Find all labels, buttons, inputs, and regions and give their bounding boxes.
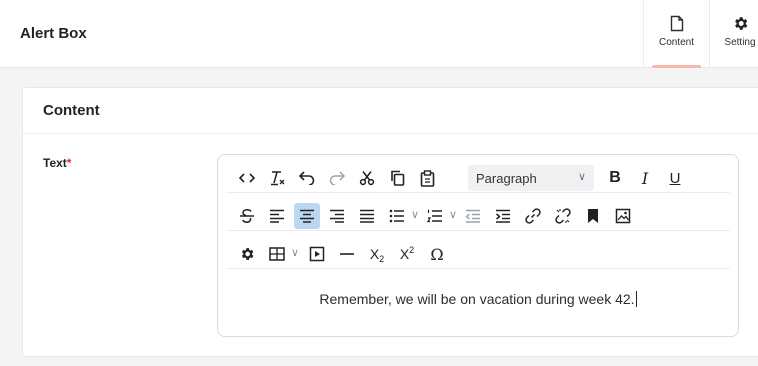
top-bar: Alert Box Content Setting [0, 0, 758, 68]
content-card: Content Text* Paragraph ∨ B I U ∨ ∨ ∨ X … [22, 87, 758, 357]
scissors-icon [359, 171, 375, 186]
superscript-base: X [399, 246, 410, 262]
chevron-down-icon: ∨ [577, 171, 586, 183]
link-button[interactable] [520, 203, 546, 229]
superscript-button[interactable]: X2 [394, 241, 420, 267]
clear-formatting-button[interactable] [264, 165, 290, 191]
bullet-list-chevron-icon[interactable]: ∨ [411, 208, 419, 221]
settings-button[interactable] [234, 241, 260, 267]
strikethrough-button[interactable] [234, 203, 260, 229]
editor-content[interactable]: Remember, we will be on vacation during … [218, 291, 738, 307]
text-field-label-text: Text [43, 156, 67, 170]
align-left-icon [270, 209, 284, 223]
special-character-button[interactable]: Ω [424, 241, 450, 267]
align-center-icon [300, 209, 314, 223]
tab-content-label: Content [658, 37, 695, 48]
image-button[interactable] [610, 203, 636, 229]
underline-button[interactable]: U [662, 165, 688, 191]
outdent-icon [465, 209, 480, 223]
unlink-icon [555, 208, 571, 224]
bold-button[interactable]: B [602, 165, 628, 191]
clear-formatting-icon [271, 171, 285, 186]
undo-icon [299, 171, 315, 185]
source-code-button[interactable] [234, 165, 260, 191]
undo-button[interactable] [294, 165, 320, 191]
paste-button[interactable] [414, 165, 440, 191]
toolbar-row-3: ∨ X2 X2 Ω [226, 239, 730, 269]
rich-text-editor[interactable]: Paragraph ∨ B I U ∨ ∨ ∨ X 2 X 2 Ω Rememb… [217, 154, 739, 337]
italic-button[interactable]: I [632, 165, 658, 191]
card-title: Content [23, 88, 758, 134]
superscript-mark: 2 [409, 245, 415, 255]
indent-icon [496, 209, 510, 223]
tab-settings-label: Setting [724, 37, 756, 48]
gear-icon [241, 248, 254, 260]
toolbar-row-1: Paragraph ∨ B I U [226, 163, 730, 193]
outdent-button[interactable] [460, 203, 486, 229]
indent-button[interactable] [490, 203, 516, 229]
subscript-mark: 2 [379, 253, 385, 264]
numbered-list-button[interactable] [422, 203, 448, 229]
bookmark-icon [588, 209, 598, 223]
copy-button[interactable] [384, 165, 410, 191]
media-button[interactable] [304, 241, 330, 267]
gear-icon [734, 17, 747, 30]
copy-icon [390, 170, 404, 186]
active-tab-indicator [652, 65, 701, 68]
bullet-list-icon [389, 209, 404, 223]
justify-icon [360, 209, 374, 223]
document-icon [670, 15, 683, 32]
horizontal-rule-icon [340, 253, 354, 255]
cut-button[interactable] [354, 165, 380, 191]
align-right-button[interactable] [324, 203, 350, 229]
redo-button[interactable] [324, 165, 350, 191]
block-format-select[interactable]: Paragraph ∨ [468, 165, 594, 191]
align-center-button[interactable] [294, 203, 320, 229]
play-icon [309, 246, 325, 262]
redo-icon [329, 171, 345, 185]
code-icon [239, 173, 255, 183]
page-title: Alert Box [20, 25, 87, 42]
editor-text: Remember, we will be on vacation during … [319, 291, 635, 307]
numbered-list-chevron-icon[interactable]: ∨ [449, 208, 457, 221]
block-format-value: Paragraph [476, 171, 537, 186]
strikethrough-icon [240, 209, 254, 223]
justify-button[interactable] [354, 203, 380, 229]
toolbar-row-2: ∨ ∨ [226, 201, 730, 231]
table-button[interactable] [264, 241, 290, 267]
align-left-button[interactable] [264, 203, 290, 229]
paste-icon [420, 169, 434, 187]
tab-settings[interactable]: Setting [710, 0, 758, 68]
table-chevron-icon[interactable]: ∨ [291, 246, 299, 259]
link-icon [525, 208, 541, 224]
numbered-list-icon [427, 209, 442, 223]
bullet-list-button[interactable] [384, 203, 410, 229]
horizontal-rule-button[interactable] [334, 241, 360, 267]
required-mark: * [66, 156, 72, 170]
tab-content[interactable]: Content [643, 0, 710, 68]
subscript-button[interactable]: X2 [364, 241, 390, 267]
align-right-icon [330, 209, 344, 223]
image-icon [615, 208, 631, 224]
table-icon [269, 247, 285, 261]
text-cursor [635, 291, 637, 307]
subscript-base: X [369, 246, 380, 262]
text-field-label: Text* [43, 156, 71, 170]
unlink-button[interactable] [550, 203, 576, 229]
bookmark-button[interactable] [580, 203, 606, 229]
